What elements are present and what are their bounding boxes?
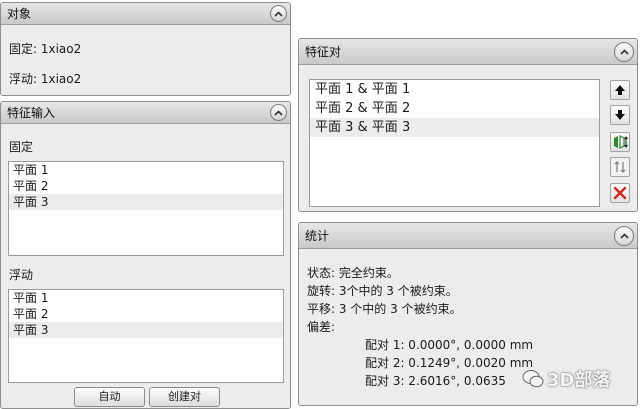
statistics-panel-title: 统计	[305, 229, 330, 243]
arrow-down-icon	[615, 110, 625, 120]
pair-deviation-1: 配对 1: 0.0000°, 0.0000 mm	[365, 338, 534, 352]
collapse-icon[interactable]	[614, 225, 634, 246]
arrow-up-icon	[615, 85, 625, 95]
auto-button[interactable]: 自动	[74, 387, 145, 407]
feature-pairs-panel-title: 特征对	[305, 45, 342, 59]
swap-button[interactable]	[610, 157, 630, 177]
translation-text: 平移: 3 个中的 3 个被约束。	[307, 302, 462, 316]
list-item[interactable]: 平面 2	[9, 306, 283, 322]
list-item[interactable]: 平面 3	[9, 194, 283, 210]
swap-icon	[614, 161, 626, 173]
fixed-feature-list[interactable]: 平面 1 平面 2 平面 3	[8, 161, 284, 256]
floating-feature-list[interactable]: 平面 1 平面 2 平面 3	[8, 289, 284, 383]
list-item[interactable]: 平面 1 & 平面 1	[310, 80, 599, 99]
objects-floating-text: 浮动: 1xiao2	[9, 72, 82, 86]
list-item[interactable]: 平面 2 & 平面 2	[310, 99, 599, 118]
deviation-label: 偏差:	[307, 320, 336, 334]
flip-icon	[614, 135, 628, 149]
pair-deviation-2: 配对 2: 0.1249°, 0.0020 mm	[365, 356, 534, 370]
collapse-icon[interactable]	[614, 41, 634, 62]
list-item[interactable]: 平面 1	[9, 162, 283, 178]
rotation-text: 旋转: 3个中的 3 个被约束。	[307, 284, 458, 298]
feature-input-panel-title: 特征输入	[7, 106, 56, 120]
objects-panel-header[interactable]: 对象	[1, 3, 290, 25]
collapse-icon[interactable]	[270, 5, 287, 22]
objects-panel: 对象 固定: 1xiao2 浮动: 1xiao2	[0, 2, 291, 96]
move-down-button[interactable]	[610, 105, 630, 125]
delete-icon	[613, 186, 627, 200]
feature-input-panel: 特征输入 固定 平面 1 平面 2 平面 3 浮动 平面 1 平面 2 平面 3…	[0, 101, 291, 409]
watermark: 3D部落	[522, 366, 610, 392]
feature-pairs-panel: 特征对 平面 1 & 平面 1 平面 2 & 平面 2 平面 3 & 平面 3	[298, 38, 638, 212]
feature-pairs-list[interactable]: 平面 1 & 平面 1 平面 2 & 平面 2 平面 3 & 平面 3	[309, 79, 600, 207]
list-item[interactable]: 平面 1	[9, 290, 283, 306]
objects-fixed-text: 固定: 1xiao2	[9, 42, 82, 56]
feature-input-panel-header[interactable]: 特征输入	[1, 102, 290, 124]
statistics-panel-header[interactable]: 统计	[299, 223, 637, 249]
move-up-button[interactable]	[610, 80, 630, 100]
list-item[interactable]: 平面 3 & 平面 3	[310, 118, 599, 137]
list-item[interactable]: 平面 2	[9, 178, 283, 194]
pair-deviation-3: 配对 3: 2.6016°, 0.0635	[365, 374, 506, 388]
wechat-icon	[522, 370, 544, 388]
delete-button[interactable]	[610, 183, 630, 203]
status-text: 状态: 完全约束。	[307, 266, 399, 280]
list-item[interactable]: 平面 3	[9, 322, 283, 338]
flip-button[interactable]	[610, 132, 630, 152]
collapse-icon[interactable]	[270, 104, 287, 121]
watermark-text: 3D部落	[547, 370, 611, 391]
objects-panel-title: 对象	[7, 7, 32, 21]
feature-pairs-panel-header[interactable]: 特征对	[299, 39, 637, 65]
create-pair-button[interactable]: 创建对	[149, 387, 220, 407]
floating-label: 浮动	[9, 268, 34, 282]
fixed-label: 固定	[9, 140, 34, 154]
